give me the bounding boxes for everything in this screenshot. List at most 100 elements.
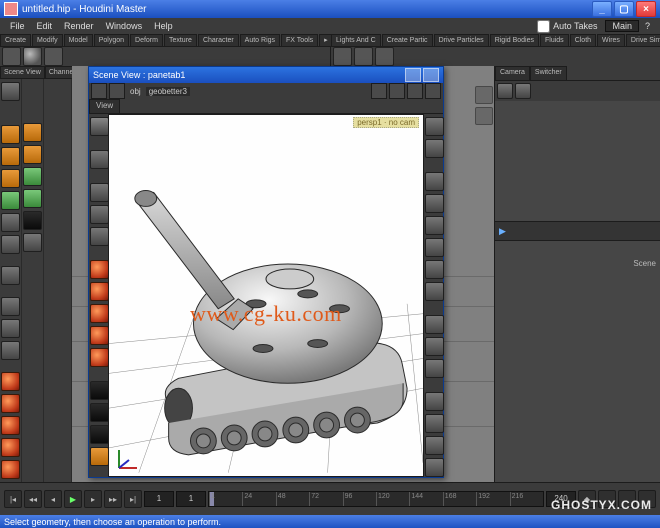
path-gear-icon[interactable] <box>407 83 423 99</box>
shelf-tube-icon[interactable] <box>44 47 63 66</box>
fwr-display-4-icon[interactable] <box>425 238 444 257</box>
menu-edit[interactable]: Edit <box>31 21 59 31</box>
path-help-icon[interactable] <box>425 83 441 99</box>
shelf-tab-character[interactable]: Character <box>198 34 239 46</box>
move-tool-icon[interactable] <box>1 297 20 316</box>
tl-start-field[interactable]: 1 <box>144 491 174 507</box>
tl-last-icon[interactable]: ▸| <box>124 490 142 508</box>
tl-opt-1-icon[interactable] <box>598 490 616 508</box>
shelf-tab-cloth[interactable]: Cloth <box>570 34 596 46</box>
shelf-tab-create[interactable]: Create <box>0 34 31 46</box>
fw-snap-2-icon[interactable] <box>90 403 109 422</box>
tool-orange-3-icon[interactable] <box>1 169 20 188</box>
fwr-display-3-icon[interactable] <box>425 216 444 235</box>
tool-grey-1-icon[interactable] <box>1 213 20 232</box>
shelf-tab-wires[interactable]: Wires <box>597 34 625 46</box>
tool-green-1-icon[interactable] <box>1 191 20 210</box>
shelf-tab-model[interactable]: Model <box>64 34 93 46</box>
floating-max-icon[interactable] <box>423 68 439 82</box>
tl-end-field[interactable]: 240 <box>546 491 576 507</box>
floating-viewport[interactable]: persp1 · no cam <box>108 114 424 477</box>
fw-render-2-icon[interactable] <box>90 282 109 301</box>
tl-next-icon[interactable]: ▸ <box>84 490 102 508</box>
fw-render-1-icon[interactable] <box>90 260 109 279</box>
tool2-green-1-icon[interactable] <box>23 167 42 186</box>
fw-snap-3-icon[interactable] <box>90 425 109 444</box>
fwr-display-1-icon[interactable] <box>425 172 444 191</box>
tl-opt-3-icon[interactable] <box>638 490 656 508</box>
minimize-button[interactable]: _ <box>592 1 612 17</box>
arrow-tool-icon[interactable] <box>1 82 20 101</box>
shelf-tab-rigidbodies[interactable]: Rigid Bodies <box>490 34 539 46</box>
timeline-track[interactable]: 124487296120144168192216 <box>208 491 544 507</box>
tl-prevkey-icon[interactable]: ◂◂ <box>24 490 42 508</box>
vp-pin-icon[interactable] <box>475 86 493 104</box>
fwr-shade-2-icon[interactable] <box>425 337 444 356</box>
shelf-right-icon-3[interactable] <box>375 47 394 66</box>
fwr-misc-3-icon[interactable] <box>425 436 444 455</box>
shelf-tab-fxtools[interactable]: FX Tools <box>281 34 318 46</box>
render-tool-3-icon[interactable] <box>1 416 20 435</box>
path-back-icon[interactable] <box>91 83 107 99</box>
shelf-tab-driveparticles[interactable]: Drive Particles <box>434 34 489 46</box>
fwr-misc-2-icon[interactable] <box>425 414 444 433</box>
crumb-geo[interactable]: geobetter3 <box>146 87 190 96</box>
scale-tool-icon[interactable] <box>1 341 20 360</box>
tl-prev-icon[interactable]: ◂ <box>44 490 62 508</box>
tool2-black-icon[interactable] <box>23 211 42 230</box>
tl-play-icon[interactable]: ▶ <box>64 490 82 508</box>
take-dropdown[interactable]: Main <box>605 20 639 32</box>
render-tool-1-icon[interactable] <box>1 372 20 391</box>
close-button[interactable]: × <box>636 1 656 17</box>
shelf-sphere-icon[interactable] <box>23 47 42 66</box>
shelf-tab-fluids[interactable]: Fluids <box>540 34 569 46</box>
fwr-camera-icon[interactable] <box>425 139 444 158</box>
shelf-tab-drivesimula[interactable]: Drive Simula <box>626 34 660 46</box>
select-tool-icon[interactable] <box>1 266 20 285</box>
fw-rotate-icon[interactable] <box>90 205 109 224</box>
menu-render[interactable]: Render <box>58 21 100 31</box>
path-fwd-icon[interactable] <box>109 83 125 99</box>
shelf-tab-deform[interactable]: Deform <box>130 34 163 46</box>
tl-opt-2-icon[interactable] <box>618 490 636 508</box>
rp-pin-icon[interactable] <box>497 83 513 99</box>
vp-eye-icon[interactable] <box>475 107 493 125</box>
shelf-tab-texture[interactable]: Texture <box>164 34 197 46</box>
tool-grey-2-icon[interactable] <box>1 235 20 254</box>
tool2-grey-1-icon[interactable] <box>23 233 42 252</box>
path-icon-1[interactable] <box>371 83 387 99</box>
play-icon[interactable]: ▶ <box>499 226 506 237</box>
shelf-tab-lights[interactable]: Lights And C <box>331 34 381 46</box>
fwr-shade-1-icon[interactable] <box>425 315 444 334</box>
crumb-obj[interactable]: obj <box>127 87 144 96</box>
fwr-display-6-icon[interactable] <box>425 282 444 301</box>
render-tool-5-icon[interactable] <box>1 460 20 479</box>
floating-min-icon[interactable] <box>405 68 421 82</box>
tab-switcher[interactable]: Switcher <box>530 66 567 80</box>
menu-file[interactable]: File <box>4 21 31 31</box>
floating-titlebar[interactable]: Scene View : panetab1 <box>89 67 443 83</box>
shelf-right-icon-2[interactable] <box>354 47 373 66</box>
menu-help[interactable]: Help <box>148 21 179 31</box>
tool2-green-2-icon[interactable] <box>23 189 42 208</box>
help-icon[interactable]: ? <box>639 21 656 31</box>
tl-nextkey-icon[interactable]: ▸▸ <box>104 490 122 508</box>
rp-menu-icon[interactable] <box>515 83 531 99</box>
shelf-tab-modify[interactable]: Modify <box>32 34 63 46</box>
render-tool-2-icon[interactable] <box>1 394 20 413</box>
tool-orange-1-icon[interactable] <box>1 125 20 144</box>
tl-first-icon[interactable]: |◂ <box>4 490 22 508</box>
fw-scale-icon[interactable] <box>90 227 109 246</box>
tab-camera[interactable]: Camera <box>495 66 530 80</box>
fwr-misc-4-icon[interactable] <box>425 458 444 477</box>
shelf-tab-autorigs[interactable]: Auto Rigs <box>240 34 280 46</box>
shelf-box-icon[interactable] <box>2 47 21 66</box>
fw-render-5-icon[interactable] <box>90 348 109 367</box>
fwr-display-5-icon[interactable] <box>425 260 444 279</box>
tool2-orange-1-icon[interactable] <box>23 123 42 142</box>
fw-cplane-icon[interactable] <box>90 447 109 466</box>
maximize-button[interactable]: ▢ <box>614 1 634 17</box>
fwr-misc-1-icon[interactable] <box>425 392 444 411</box>
tool2-orange-2-icon[interactable] <box>23 145 42 164</box>
auto-takes-checkbox[interactable] <box>537 20 550 33</box>
